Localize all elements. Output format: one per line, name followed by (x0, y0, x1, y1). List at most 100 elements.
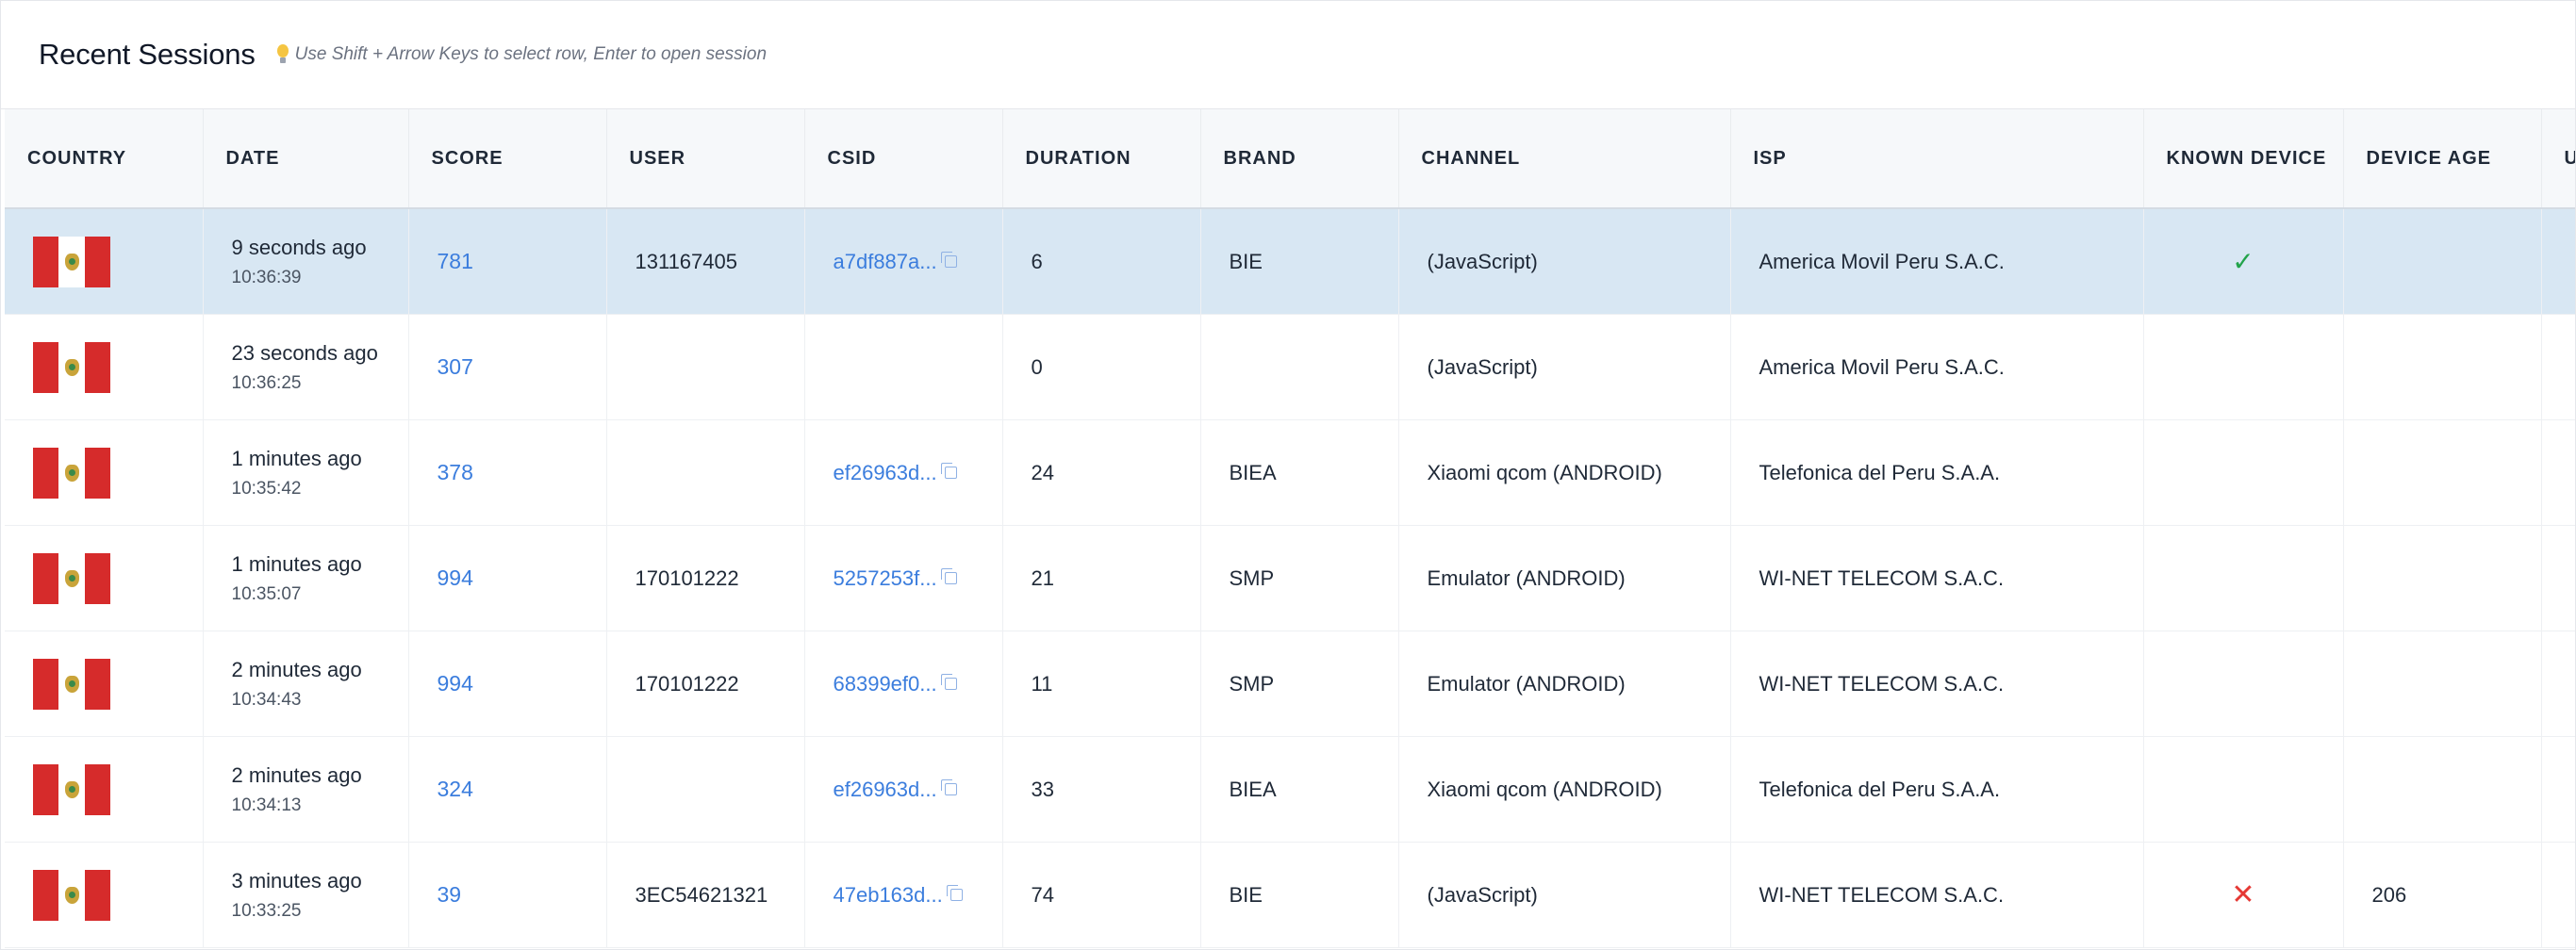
truncated-cell (2541, 842, 2575, 948)
table-row[interactable]: 3 minutes ago 10:33:25 39 3EC54621321 47… (5, 842, 2575, 948)
column-header-date[interactable]: DATE (203, 109, 409, 209)
copy-icon[interactable] (940, 778, 957, 795)
device-age-cell: 206 (2343, 842, 2542, 948)
table-row[interactable]: 9 seconds ago 10:36:39 781 131167405 a7d… (5, 208, 2575, 315)
peru-flag-icon (33, 658, 110, 710)
duration-cell: 24 (1002, 419, 1201, 526)
table-header-row: COUNTRY DATE SCORE USER CSID DURATION BR… (5, 109, 2575, 209)
csid-link[interactable]: 47eb163d... (834, 883, 943, 907)
date-relative: 1 minutes ago (231, 446, 362, 470)
known-device-cell: ✕ (2143, 842, 2344, 948)
table-row[interactable]: 1 minutes ago 10:35:42 378 ef26963d... 2… (5, 419, 2575, 526)
user-cell (606, 314, 805, 420)
truncated-cell (2541, 631, 2575, 737)
channel-cell: (JavaScript) (1398, 314, 1731, 420)
channel-cell: Xiaomi qcom (ANDROID) (1398, 736, 1731, 843)
brand-cell: BIE (1200, 842, 1399, 948)
lightbulb-icon (276, 44, 289, 65)
brand-cell (1200, 314, 1399, 420)
device-age-cell (2343, 419, 2542, 526)
column-header-device-age[interactable]: DEVICE AGE (2343, 109, 2542, 209)
date-relative: 2 minutes ago (231, 762, 362, 787)
csid-cell: 68399ef0... (804, 631, 1003, 737)
isp-cell: WI-NET TELECOM S.A.C. (1730, 631, 2144, 737)
peru-flag-icon (33, 869, 110, 921)
date-cell: 1 minutes ago 10:35:42 (203, 419, 409, 526)
score-link[interactable]: 324 (438, 777, 473, 801)
device-age-cell (2343, 208, 2542, 315)
isp-cell: WI-NET TELECOM S.A.C. (1730, 842, 2144, 948)
csid-cell: ef26963d... (804, 736, 1003, 843)
known-device-cell (2143, 736, 2344, 843)
column-header-score[interactable]: SCORE (408, 109, 607, 209)
column-header-country[interactable]: COUNTRY (5, 109, 204, 209)
hint-text: Use Shift + Arrow Keys to select row, En… (294, 44, 768, 64)
csid-link[interactable]: 5257253f... (834, 566, 937, 590)
peru-flag-icon (33, 763, 110, 815)
csid-link[interactable]: ef26963d... (834, 778, 937, 801)
column-header-duration[interactable]: DURATION (1002, 109, 1201, 209)
brand-cell: BIE (1200, 208, 1399, 315)
peru-flag-icon (33, 552, 110, 604)
column-header-channel[interactable]: CHANNEL (1398, 109, 1731, 209)
score-link[interactable]: 781 (438, 249, 473, 273)
column-header-isp[interactable]: ISP (1730, 109, 2144, 209)
column-header-known-device[interactable]: KNOWN DEVICE (2143, 109, 2344, 209)
copy-icon[interactable] (940, 462, 957, 479)
date-time: 10:35:07 (231, 583, 302, 604)
date-time: 10:35:42 (231, 478, 302, 499)
csid-link[interactable]: 68399ef0... (834, 672, 937, 696)
device-age-cell (2343, 736, 2542, 843)
copy-icon[interactable] (940, 567, 957, 584)
score-link[interactable]: 307 (438, 354, 473, 379)
truncated-cell (2541, 736, 2575, 843)
column-header-csid[interactable]: CSID (804, 109, 1003, 209)
score-cell: 994 (408, 631, 607, 737)
score-link[interactable]: 39 (438, 882, 462, 907)
date-time: 10:36:39 (231, 267, 302, 287)
date-relative: 23 seconds ago (231, 340, 378, 365)
channel-cell: Xiaomi qcom (ANDROID) (1398, 419, 1731, 526)
score-link[interactable]: 378 (438, 460, 473, 484)
table-row[interactable]: 23 seconds ago 10:36:25 307 0 (JavaScrip… (5, 314, 2575, 420)
country-cell (5, 314, 204, 420)
column-header-brand[interactable]: BRAND (1200, 109, 1399, 209)
score-link[interactable]: 994 (438, 565, 473, 590)
isp-cell: WI-NET TELECOM S.A.C. (1730, 525, 2144, 631)
table-row[interactable]: 1 minutes ago 10:35:07 994 170101222 525… (5, 525, 2575, 631)
column-header-truncated[interactable]: U (2541, 109, 2575, 209)
recent-sessions-panel: Recent Sessions Use Shift + Arrow Keys t… (0, 0, 2576, 950)
date-cell: 1 minutes ago 10:35:07 (203, 525, 409, 631)
user-cell: 131167405 (606, 208, 805, 315)
brand-cell: BIEA (1200, 419, 1399, 526)
score-link[interactable]: 994 (438, 671, 473, 696)
score-cell: 378 (408, 419, 607, 526)
table-row[interactable]: 2 minutes ago 10:34:43 994 170101222 683… (5, 631, 2575, 737)
score-cell: 781 (408, 208, 607, 315)
copy-icon[interactable] (940, 251, 957, 268)
date-cell: 9 seconds ago 10:36:39 (203, 208, 409, 315)
copy-icon[interactable] (946, 884, 963, 901)
known-device-cell (2143, 631, 2344, 737)
country-cell (5, 208, 204, 315)
isp-cell: Telefonica del Peru S.A.A. (1730, 419, 2144, 526)
country-cell (5, 736, 204, 843)
column-header-user[interactable]: USER (606, 109, 805, 209)
duration-cell: 0 (1002, 314, 1201, 420)
date-relative: 1 minutes ago (231, 551, 362, 576)
csid-link[interactable]: a7df887a... (834, 250, 937, 273)
date-cell: 2 minutes ago 10:34:13 (203, 736, 409, 843)
isp-cell: America Movil Peru S.A.C. (1730, 208, 2144, 315)
duration-cell: 21 (1002, 525, 1201, 631)
score-cell: 39 (408, 842, 607, 948)
known-device-cell: ✓ (2143, 208, 2344, 315)
sessions-table: COUNTRY DATE SCORE USER CSID DURATION BR… (5, 109, 2575, 948)
csid-link[interactable]: ef26963d... (834, 461, 937, 484)
table-row[interactable]: 2 minutes ago 10:34:13 324 ef26963d... 3… (5, 736, 2575, 843)
peru-flag-icon (33, 341, 110, 393)
score-cell: 307 (408, 314, 607, 420)
user-cell (606, 419, 805, 526)
known-device-cell (2143, 419, 2344, 526)
copy-icon[interactable] (940, 673, 957, 690)
known-device-cell (2143, 525, 2344, 631)
